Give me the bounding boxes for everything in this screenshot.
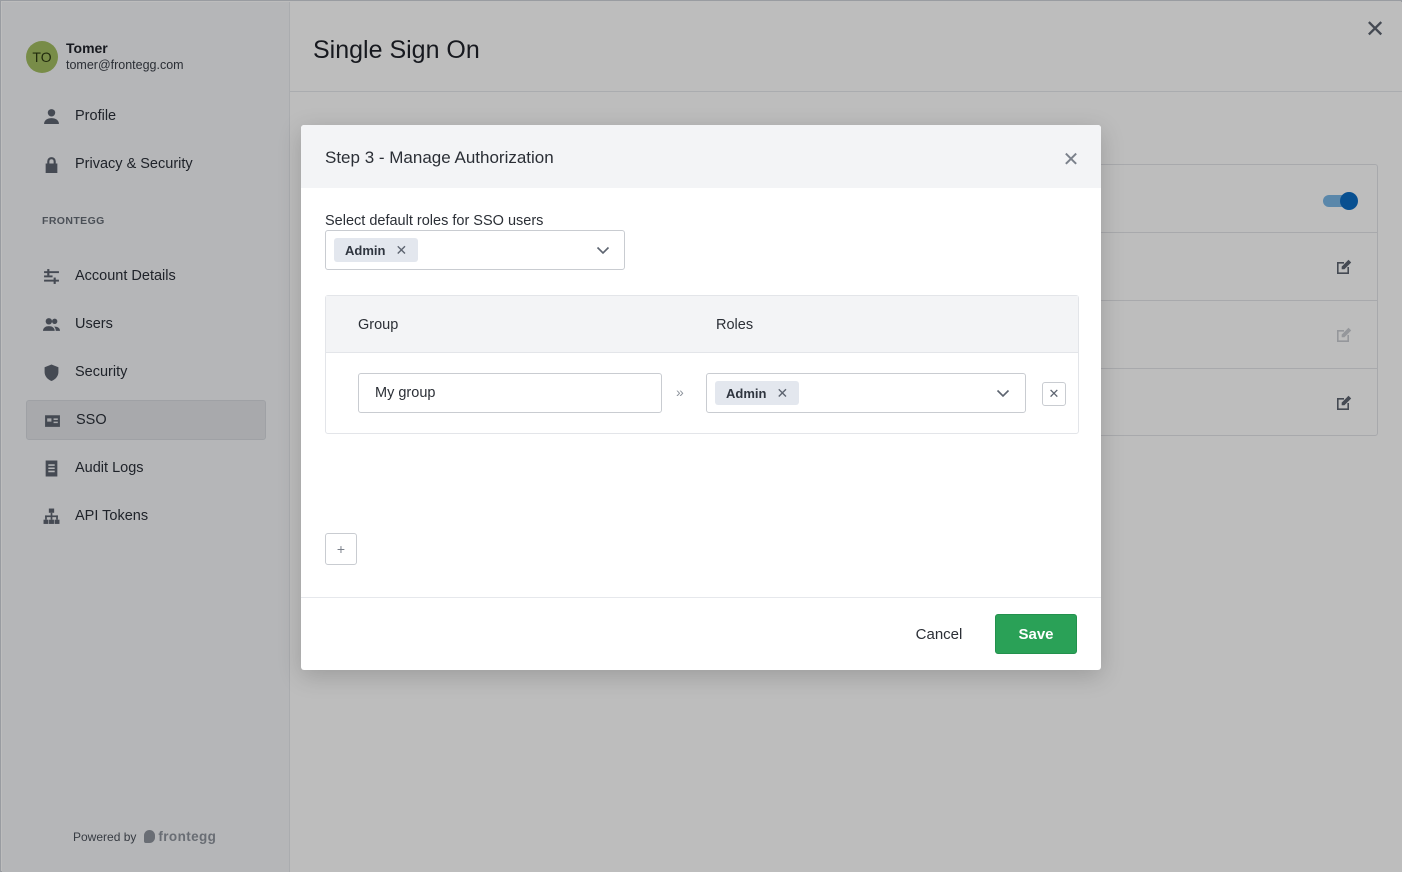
modal-header: Step 3 - Manage Authorization ✕ [301, 125, 1101, 188]
default-roles-label: Select default roles for SSO users [325, 213, 544, 229]
group-roles-select[interactable]: Admin ✕ [706, 373, 1026, 413]
modal-footer: Cancel Save [301, 597, 1101, 670]
column-header-roles: Roles [716, 317, 754, 333]
default-roles-select[interactable]: Admin ✕ [325, 230, 625, 270]
role-chip: Admin ✕ [715, 381, 800, 405]
table-header: Group Roles [326, 296, 1078, 353]
remove-chip-icon[interactable]: ✕ [395, 242, 407, 259]
column-header-group: Group [358, 317, 399, 333]
group-name-input[interactable]: My group [358, 373, 662, 413]
modal-title: Step 3 - Manage Authorization [325, 148, 554, 167]
group-roles-table: Group Roles My group » Admin ✕ ✕ [325, 295, 1079, 434]
role-chip: Admin ✕ [334, 238, 419, 262]
role-chip-label: Admin [726, 385, 767, 401]
role-chip-label: Admin [345, 242, 386, 258]
chevron-down-icon[interactable] [996, 386, 1010, 400]
cancel-button[interactable]: Cancel [899, 614, 979, 654]
chevron-down-icon[interactable] [596, 243, 610, 257]
mapping-arrow-icon: » [676, 384, 684, 400]
remove-chip-icon[interactable]: ✕ [776, 385, 788, 402]
close-icon[interactable]: ✕ [1061, 149, 1081, 171]
save-button[interactable]: Save [995, 614, 1077, 654]
add-row-button[interactable]: + [325, 533, 357, 565]
table-row: My group » Admin ✕ ✕ [326, 353, 1078, 433]
remove-row-button[interactable]: ✕ [1042, 382, 1066, 406]
manage-authorization-dialog: Step 3 - Manage Authorization ✕ Select d… [301, 125, 1101, 670]
